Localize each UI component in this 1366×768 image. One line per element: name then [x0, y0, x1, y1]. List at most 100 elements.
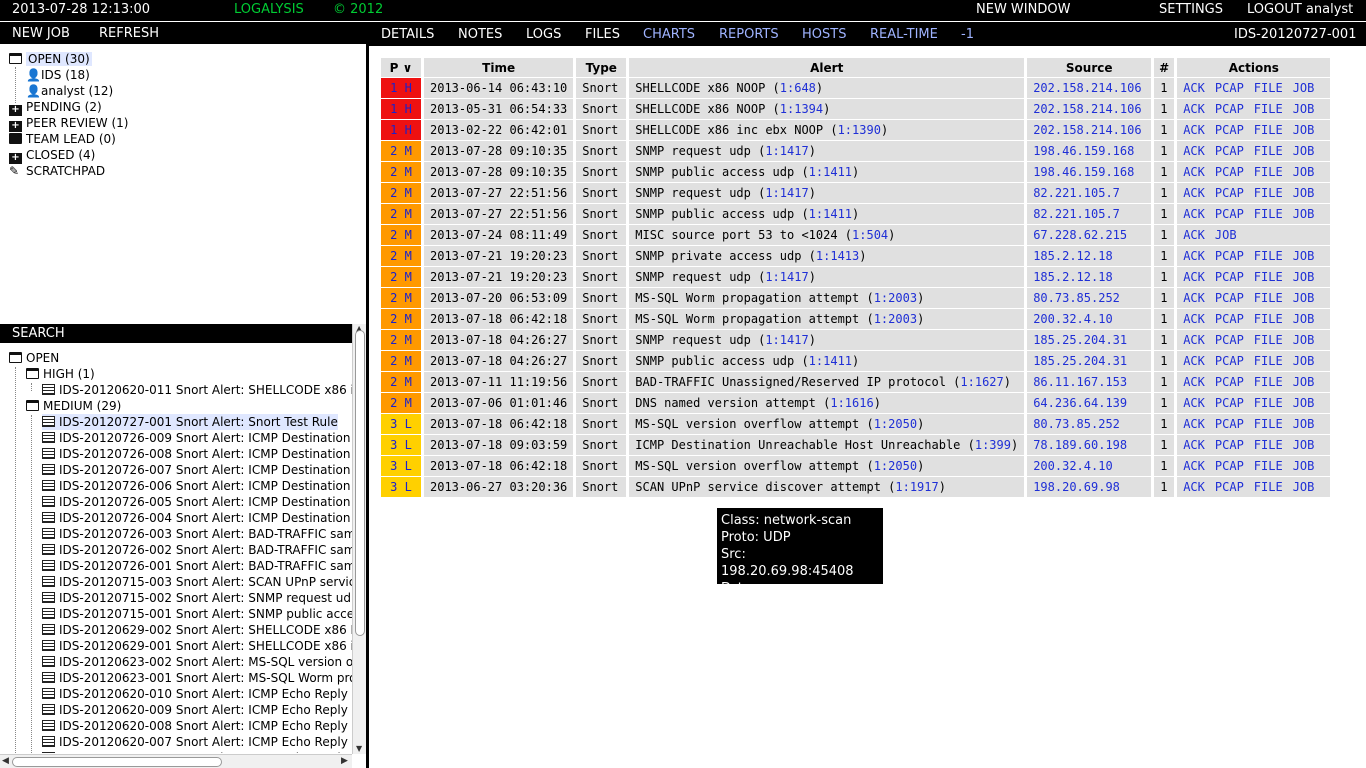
table-row[interactable]: 2 M 2013-07-18 06:42:18 Snort MS-SQL Worm p…	[381, 309, 1331, 330]
action-job-link[interactable]: JOB	[1293, 123, 1315, 137]
source-ip-link[interactable]: 202.158.214.106	[1033, 102, 1141, 116]
action-job-link[interactable]: JOB	[1293, 375, 1315, 389]
action-pcap-link[interactable]: PCAP	[1215, 312, 1244, 326]
action-job-link[interactable]: JOB	[1293, 396, 1315, 410]
priority-badge[interactable]: 1 H	[381, 78, 421, 99]
action-pcap-link[interactable]: PCAP	[1215, 144, 1244, 158]
table-row[interactable]: 3 L 2013-06-27 03:20:36 Snort SCAN UPnP ser…	[381, 477, 1331, 498]
search-item[interactable]: IDS-20120620-007 Snort Alert: ICMP Echo …	[42, 734, 348, 750]
queue-closed[interactable]: + CLOSED (4)	[9, 147, 95, 164]
action-file-link[interactable]: FILE	[1254, 312, 1283, 326]
panel-divider[interactable]	[366, 22, 369, 768]
action-file-link[interactable]: FILE	[1254, 102, 1283, 116]
col-source[interactable]: Source	[1027, 58, 1152, 78]
action-pcap-link[interactable]: PCAP	[1215, 291, 1244, 305]
action-file-link[interactable]: FILE	[1254, 270, 1283, 284]
table-row[interactable]: 2 M 2013-07-28 09:10:35 Snort SNMP public a…	[381, 162, 1331, 183]
action-job-link[interactable]: JOB	[1293, 207, 1315, 221]
signature-link[interactable]: 1:1390	[838, 123, 881, 137]
action-file-link[interactable]: FILE	[1254, 480, 1283, 494]
search-item[interactable]: IDS-20120726-009 Snort Alert: ICMP Desti…	[42, 430, 352, 446]
table-row[interactable]: 2 M 2013-07-20 06:53:09 Snort MS-SQL Worm p…	[381, 288, 1331, 309]
action-job-link[interactable]: JOB	[1293, 249, 1315, 263]
action-ack-link[interactable]: ACK	[1183, 228, 1205, 242]
search-horizontal-scrollbar[interactable]: ◀ ▶	[0, 754, 352, 768]
priority-badge[interactable]: 1 H	[381, 120, 421, 141]
search-item[interactable]: IDS-20120629-001 Snort Alert: SHELLCODE …	[42, 638, 352, 654]
priority-badge[interactable]: 2 M	[381, 162, 421, 183]
queue-ids[interactable]: 👤IDS (18)	[26, 67, 90, 83]
action-ack-link[interactable]: ACK	[1183, 333, 1205, 347]
action-pcap-link[interactable]: PCAP	[1215, 81, 1244, 95]
col-time[interactable]: Time	[424, 58, 574, 78]
source-ip-link[interactable]: 82.221.105.7	[1033, 186, 1120, 200]
search-item[interactable]: IDS-20120727-001 Snort Alert: Snort Test…	[42, 414, 338, 430]
table-row[interactable]: 3 L 2013-07-18 06:42:18 Snort MS-SQL versio…	[381, 414, 1331, 435]
action-pcap-link[interactable]: PCAP	[1215, 123, 1244, 137]
priority-badge[interactable]: 2 M	[381, 351, 421, 372]
source-ip-link[interactable]: 185.2.12.18	[1033, 270, 1112, 284]
action-job-link[interactable]: JOB	[1293, 480, 1315, 494]
action-job-link[interactable]: JOB	[1293, 186, 1315, 200]
priority-badge[interactable]: 2 M	[381, 141, 421, 162]
priority-badge[interactable]: 2 M	[381, 330, 421, 351]
action-job-link[interactable]: JOB	[1293, 459, 1315, 473]
queue-open[interactable]: OPEN (30)	[9, 51, 92, 67]
search-item[interactable]: IDS-20120726-008 Snort Alert: ICMP Desti…	[42, 446, 352, 462]
action-ack-link[interactable]: ACK	[1183, 480, 1205, 494]
action-pcap-link[interactable]: PCAP	[1215, 186, 1244, 200]
action-ack-link[interactable]: ACK	[1183, 270, 1205, 284]
signature-link[interactable]: 1:1417	[765, 186, 808, 200]
table-row[interactable]: 2 M 2013-07-21 19:20:23 Snort SNMP request …	[381, 267, 1331, 288]
source-ip-link[interactable]: 80.73.85.252	[1033, 417, 1120, 431]
tab-logs[interactable]: LOGS	[526, 27, 561, 42]
action-file-link[interactable]: FILE	[1254, 144, 1283, 158]
action-ack-link[interactable]: ACK	[1183, 312, 1205, 326]
scroll-left-icon[interactable]: ◀	[2, 756, 9, 766]
priority-badge[interactable]: 2 M	[381, 204, 421, 225]
signature-link[interactable]: 1:2050	[874, 459, 917, 473]
signature-link[interactable]: 1:2003	[874, 312, 917, 326]
source-ip-link[interactable]: 185.25.204.31	[1033, 333, 1127, 347]
search-item[interactable]: IDS-20120715-002 Snort Alert: SNMP reque…	[42, 590, 352, 606]
signature-link[interactable]: 1:1417	[765, 270, 808, 284]
action-pcap-link[interactable]: PCAP	[1215, 396, 1244, 410]
priority-badge[interactable]: 2 M	[381, 225, 421, 246]
action-pcap-link[interactable]: PCAP	[1215, 270, 1244, 284]
action-job-link[interactable]: JOB	[1293, 417, 1315, 431]
priority-badge[interactable]: 2 M	[381, 372, 421, 393]
action-ack-link[interactable]: ACK	[1183, 165, 1205, 179]
table-row[interactable]: 3 L 2013-07-18 09:03:59 Snort ICMP Destinat…	[381, 435, 1331, 456]
tab-reports[interactable]: REPORTS	[719, 27, 779, 42]
search-item[interactable]: IDS-20120726-001 Snort Alert: BAD-TRAFFI…	[42, 558, 352, 574]
action-file-link[interactable]: FILE	[1254, 396, 1283, 410]
action-file-link[interactable]: FILE	[1254, 249, 1283, 263]
action-ack-link[interactable]: ACK	[1183, 81, 1205, 95]
source-ip-link[interactable]: 198.46.159.168	[1033, 144, 1134, 158]
signature-link[interactable]: 1:1413	[816, 249, 859, 263]
action-ack-link[interactable]: ACK	[1183, 354, 1205, 368]
action-pcap-link[interactable]: PCAP	[1215, 207, 1244, 221]
action-pcap-link[interactable]: PCAP	[1215, 375, 1244, 389]
action-ack-link[interactable]: ACK	[1183, 249, 1205, 263]
action-job-link[interactable]: JOB	[1293, 312, 1315, 326]
search-item[interactable]: IDS-20120726-002 Snort Alert: BAD-TRAFFI…	[42, 542, 352, 558]
action-job-link[interactable]: JOB	[1293, 165, 1315, 179]
signature-link[interactable]: 1:1417	[765, 144, 808, 158]
col-type[interactable]: Type	[576, 58, 627, 78]
search-item[interactable]: IDS-20120715-003 Snort Alert: SCAN UPnP …	[42, 574, 352, 590]
source-ip-link[interactable]: 200.32.4.10	[1033, 459, 1112, 473]
signature-link[interactable]: 1:2050	[874, 417, 917, 431]
action-pcap-link[interactable]: PCAP	[1215, 165, 1244, 179]
action-job-link[interactable]: JOB	[1293, 102, 1315, 116]
action-pcap-link[interactable]: PCAP	[1215, 480, 1244, 494]
action-pcap-link[interactable]: PCAP	[1215, 417, 1244, 431]
search-medium-node[interactable]: MEDIUM (29)	[26, 398, 121, 414]
search-item[interactable]: IDS-20120726-006 Snort Alert: ICMP Desti…	[42, 478, 352, 494]
table-row[interactable]: 2 M 2013-07-21 19:20:23 Snort SNMP private …	[381, 246, 1331, 267]
search-vertical-scrollbar[interactable]: ▲ ▼	[352, 324, 366, 754]
priority-badge[interactable]: 3 L	[381, 477, 421, 498]
signature-link[interactable]: 1:1411	[809, 354, 852, 368]
source-ip-link[interactable]: 198.20.69.98	[1033, 480, 1120, 494]
action-file-link[interactable]: FILE	[1254, 354, 1283, 368]
